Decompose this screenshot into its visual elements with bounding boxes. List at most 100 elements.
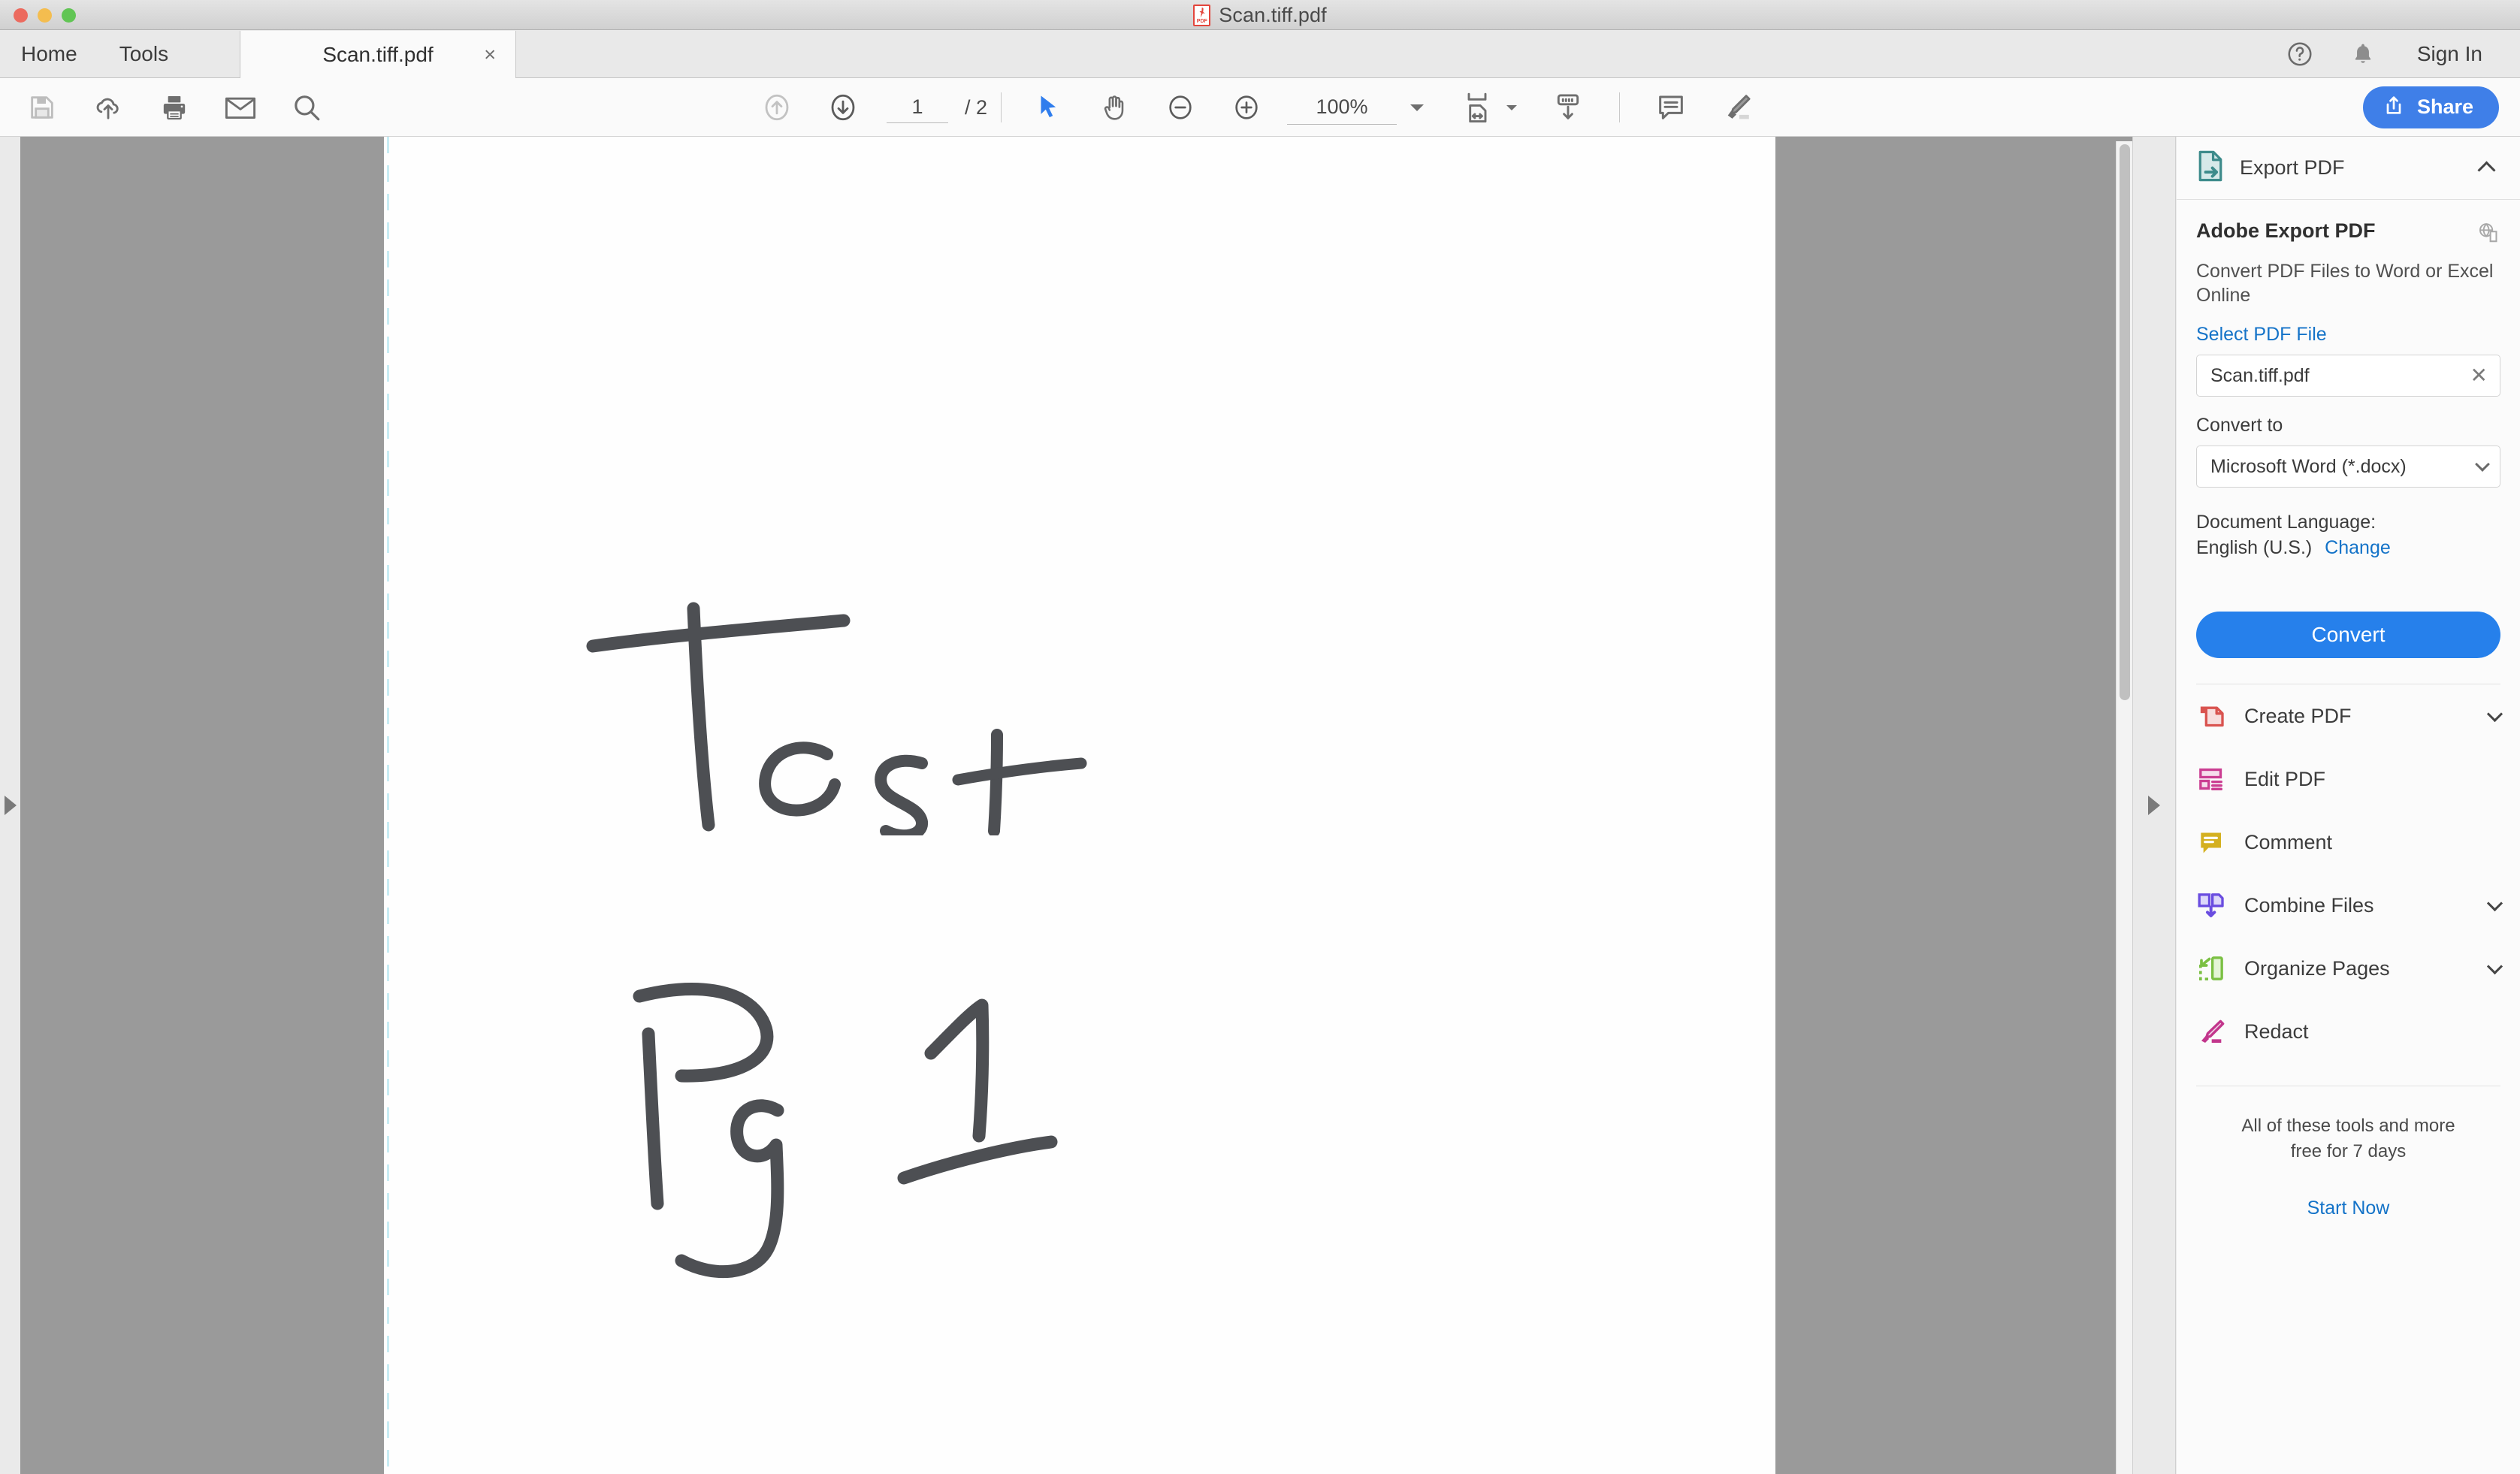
menu-tab-bar: Home Tools Scan.tiff.pdf × Sign In [0, 30, 2520, 78]
zoom-out-icon[interactable] [1147, 78, 1213, 137]
convert-to-label: Convert to [2196, 415, 2283, 436]
tool-row-organize-pages[interactable]: Organize Pages [2177, 937, 2520, 1000]
menu-item-home[interactable]: Home [0, 30, 98, 78]
main-content-area: Export PDF Adobe Export PDF Convert PDF … [0, 137, 2520, 1474]
tool-row-combine-files[interactable]: Combine Files [2177, 874, 2520, 937]
email-icon[interactable] [207, 78, 273, 137]
vertical-scrollbar[interactable] [2116, 141, 2132, 1474]
scan-artifact-line [387, 137, 389, 1474]
export-pdf-icon [2196, 150, 2225, 186]
document-tab-label: Scan.tiff.pdf [322, 42, 434, 66]
selected-file-name: Scan.tiff.pdf [2210, 364, 2310, 386]
tool-label-comment: Comment [2244, 830, 2333, 853]
share-button[interactable]: Share [2362, 86, 2499, 128]
document-language-value: English (U.S.) [2196, 536, 2313, 558]
window-title-group: Scan.tiff.pdf [0, 0, 2520, 30]
menubar-right-group: Sign In [2268, 30, 2520, 78]
right-tools-panel: Export PDF Adobe Export PDF Convert PDF … [2177, 137, 2520, 1474]
zoom-in-icon[interactable] [1213, 78, 1280, 137]
zoom-level-input[interactable]: 100% [1287, 90, 1397, 125]
highlighter-icon[interactable] [1704, 78, 1770, 137]
combine-files-chevron-down-icon[interactable] [2486, 895, 2503, 911]
expand-right-panel-icon[interactable] [2148, 796, 2160, 815]
right-panel-toggle[interactable] [2132, 137, 2176, 1474]
tool-label-create-pdf: Create PDF [2244, 704, 2352, 727]
handwritten-text-pg1 [633, 983, 1058, 1279]
cursor-arrow-icon[interactable] [1015, 78, 1081, 137]
tool-label-redact: Redact [2244, 1019, 2309, 1043]
tool-label-organize-pages: Organize Pages [2244, 956, 2390, 980]
toolbar-divider-1 [1001, 92, 1002, 122]
combine-files-icon [2196, 890, 2226, 920]
pdf-viewer-canvas[interactable] [20, 137, 2132, 1474]
scroll-mode-icon[interactable] [1535, 78, 1601, 137]
export-pdf-label: Export PDF [2240, 156, 2345, 179]
convert-button[interactable]: Convert [2196, 612, 2500, 658]
close-tab-icon[interactable]: × [484, 44, 496, 65]
help-circle-icon[interactable] [2268, 30, 2331, 78]
tool-label-edit-pdf: Edit PDF [2244, 767, 2326, 790]
adobe-export-pdf-heading: Adobe Export PDF [2196, 219, 2376, 242]
vertical-scrollbar-thumb[interactable] [2120, 144, 2130, 700]
tool-label-combine-files: Combine Files [2244, 893, 2374, 917]
toolbar-divider-2 [1619, 92, 1621, 122]
adobe-export-pdf-description: Convert PDF Files to Word or Excel Onlin… [2196, 261, 2494, 306]
export-pdf-body: Adobe Export PDF Convert PDF Files to Wo… [2177, 200, 2520, 658]
document-language-block: Document Language: English (U.S.) Change [2196, 510, 2500, 560]
pdf-page-1 [384, 137, 1775, 1474]
redact-icon [2196, 1016, 2226, 1047]
menu-item-tools[interactable]: Tools [98, 30, 189, 78]
chevron-up-icon[interactable] [2477, 161, 2496, 180]
fit-page-icon[interactable] [1449, 78, 1505, 137]
fit-page-dropdown-chevron-down-icon[interactable] [1506, 104, 1518, 110]
pdf-file-icon [1193, 4, 1211, 26]
handwritten-text-test [586, 602, 1087, 835]
create-pdf-icon [2196, 701, 2226, 731]
page-total-label: / 2 [965, 95, 988, 119]
upload-cloud-icon[interactable] [75, 78, 141, 137]
convert-to-chevron-down-icon[interactable] [2475, 456, 2490, 472]
organize-pages-chevron-down-icon[interactable] [2486, 958, 2503, 974]
tool-row-create-pdf[interactable]: Create PDF [2177, 684, 2520, 748]
create-pdf-chevron-down-icon[interactable] [2486, 705, 2503, 722]
expand-left-panel-icon[interactable] [4, 796, 17, 815]
window-titlebar: Scan.tiff.pdf [0, 0, 2520, 30]
sign-in-button[interactable]: Sign In [2395, 42, 2499, 66]
tool-row-comment[interactable]: Comment [2177, 811, 2520, 874]
convert-to-select[interactable]: Microsoft Word (*.docx) [2196, 446, 2500, 488]
window-title: Scan.tiff.pdf [1219, 3, 1327, 26]
hand-icon[interactable] [1081, 78, 1147, 137]
document-language-label: Document Language: [2196, 512, 2376, 533]
toolbar-left-group [9, 78, 340, 137]
tool-row-edit-pdf[interactable]: Edit PDF [2177, 748, 2520, 811]
zoom-dropdown-chevron-down-icon[interactable] [1410, 104, 1425, 111]
select-pdf-file-link[interactable]: Select PDF File [2196, 324, 2327, 346]
share-button-label: Share [2416, 95, 2473, 118]
search-icon[interactable] [273, 78, 340, 137]
arrow-up-circle-icon[interactable] [744, 78, 810, 137]
selected-file-field[interactable]: Scan.tiff.pdf ✕ [2196, 355, 2500, 397]
promo-text: All of these tools and more free for 7 d… [2177, 1113, 2520, 1164]
clear-file-icon[interactable]: ✕ [2470, 365, 2488, 386]
edit-pdf-icon [2196, 764, 2226, 794]
organize-pages-icon [2196, 953, 2226, 983]
menu-items-group: Home Tools [0, 30, 189, 78]
left-panel-toggle[interactable] [0, 137, 20, 1474]
comment-bubble-icon[interactable] [1638, 78, 1704, 137]
main-toolbar: 1 / 2 100% Share [0, 78, 2520, 137]
print-icon[interactable] [141, 78, 207, 137]
arrow-down-circle-icon[interactable] [810, 78, 876, 137]
page-number-input[interactable]: 1 [887, 92, 948, 123]
comment-icon [2196, 827, 2226, 857]
start-now-link[interactable]: Start Now [2307, 1198, 2390, 1219]
document-tab[interactable]: Scan.tiff.pdf × [240, 31, 516, 78]
tool-row-redact[interactable]: Redact [2177, 1000, 2520, 1063]
save-file-icon[interactable] [9, 78, 75, 137]
toolbar-center-group: 1 / 2 100% [744, 78, 1770, 137]
change-language-link[interactable]: Change [2325, 537, 2391, 558]
promo-line-1: All of these tools and more [2241, 1116, 2455, 1136]
convert-to-value: Microsoft Word (*.docx) [2210, 455, 2407, 477]
export-pdf-section-header[interactable]: Export PDF [2177, 137, 2520, 200]
globe-copy-icon [2476, 221, 2500, 250]
notification-bell-icon[interactable] [2331, 30, 2395, 78]
